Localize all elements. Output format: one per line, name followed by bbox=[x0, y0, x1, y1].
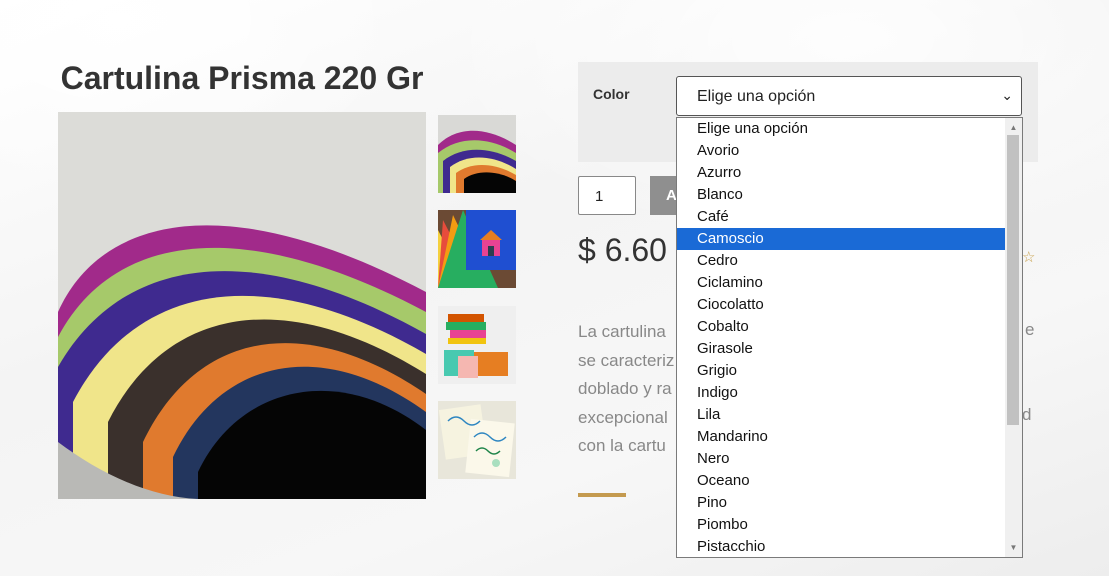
rating-star-icon[interactable]: ☆ bbox=[1022, 248, 1035, 266]
chevron-down-icon: ⌄ bbox=[1001, 87, 1013, 103]
dropdown-option[interactable]: Pino bbox=[677, 492, 1005, 514]
color-dropdown-list[interactable]: Elige una opción Avorio Azurro Blanco Café Ca… bbox=[676, 117, 1023, 558]
description-fragment: e bbox=[1025, 320, 1035, 339]
dropdown-option[interactable]: Lila bbox=[677, 404, 1005, 426]
scroll-up-arrow-icon[interactable]: ▲ bbox=[1005, 120, 1022, 135]
description-fragment: d bbox=[1022, 405, 1032, 424]
divider-accent bbox=[578, 493, 626, 497]
scroll-down-arrow-icon[interactable]: ▼ bbox=[1005, 540, 1022, 555]
dropdown-option[interactable]: Avorio bbox=[677, 140, 1005, 162]
dropdown-option[interactable]: Blanco bbox=[677, 184, 1005, 206]
dropdown-option[interactable]: Piombo bbox=[677, 514, 1005, 536]
dropdown-option[interactable]: Azurro bbox=[677, 162, 1005, 184]
dropdown-options: Elige una opción Avorio Azurro Blanco Café Ca… bbox=[677, 118, 1022, 557]
dropdown-option[interactable]: Elige una opción bbox=[677, 118, 1005, 140]
color-label: Color bbox=[593, 86, 630, 102]
quantity-input[interactable]: 1 bbox=[578, 176, 636, 215]
scrollbar-thumb[interactable] bbox=[1007, 135, 1019, 425]
dropdown-option[interactable]: Camoscio bbox=[677, 228, 1005, 250]
thumbnail-fan-colors[interactable] bbox=[438, 115, 516, 193]
thumbnail-calligraphy[interactable] bbox=[438, 401, 516, 479]
dropdown-option[interactable]: Girasole bbox=[677, 338, 1005, 360]
product-price: $ 6.60 bbox=[578, 232, 667, 268]
dropdown-option[interactable]: Pistacchio bbox=[677, 536, 1005, 557]
dropdown-option[interactable]: Mandarino bbox=[677, 426, 1005, 448]
thumbnail-house-cards[interactable] bbox=[438, 210, 516, 288]
thumbnail-paper-stacks[interactable] bbox=[438, 306, 516, 384]
dropdown-option[interactable]: Cedro bbox=[677, 250, 1005, 272]
dropdown-option[interactable]: Oceano bbox=[677, 470, 1005, 492]
dropdown-option[interactable]: Grigio bbox=[677, 360, 1005, 382]
main-product-image[interactable] bbox=[58, 112, 426, 499]
dropdown-scrollbar[interactable]: ▲ ▼ bbox=[1005, 118, 1022, 557]
quantity-value: 1 bbox=[595, 188, 604, 205]
dropdown-option[interactable]: Cobalto bbox=[677, 316, 1005, 338]
dropdown-option[interactable]: Nero bbox=[677, 448, 1005, 470]
dropdown-option[interactable]: Indigo bbox=[677, 382, 1005, 404]
dropdown-option[interactable]: Café bbox=[677, 206, 1005, 228]
color-select-value: Elige una opción bbox=[697, 88, 816, 105]
dropdown-option[interactable]: Ciocolatto bbox=[677, 294, 1005, 316]
product-title: Cartulina Prisma 220 Gr bbox=[60, 60, 424, 96]
color-select[interactable]: Elige una opción ⌄ bbox=[676, 76, 1022, 116]
dropdown-option[interactable]: Ciclamino bbox=[677, 272, 1005, 294]
